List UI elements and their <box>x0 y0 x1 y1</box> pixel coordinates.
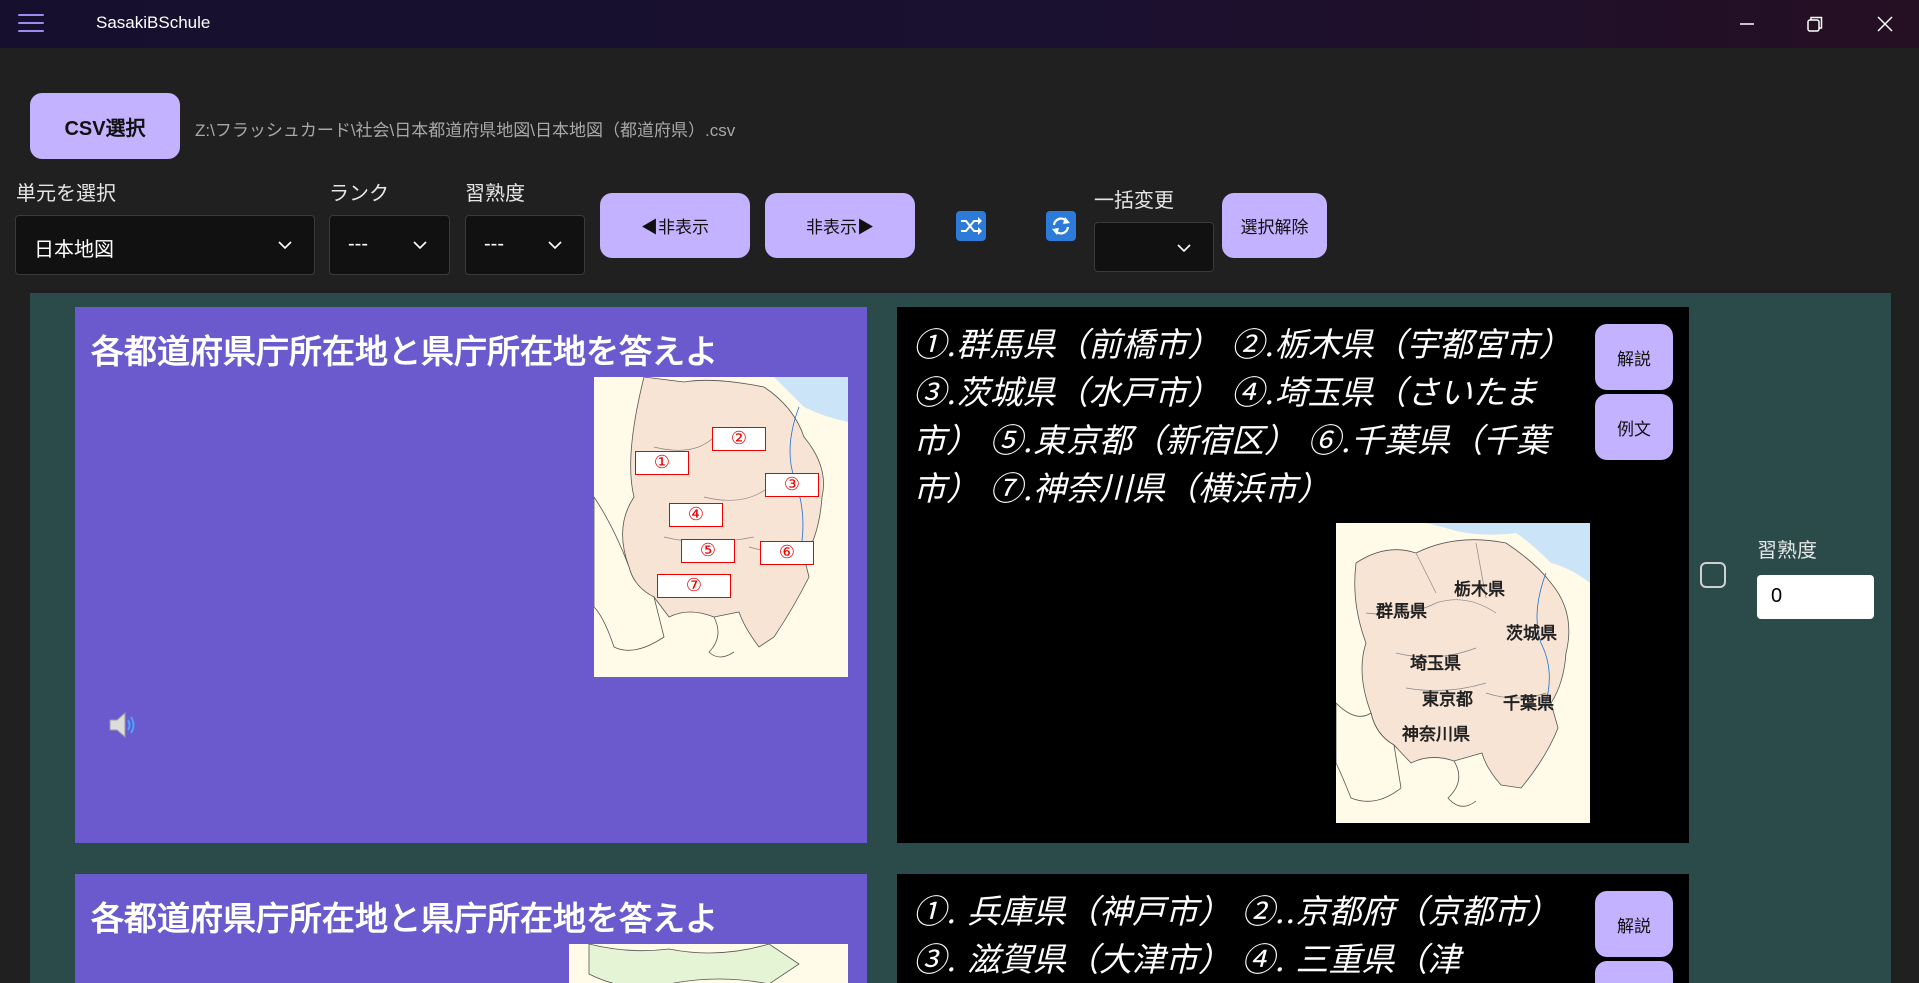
restore-icon <box>1807 16 1823 32</box>
chevron-down-icon <box>278 241 292 250</box>
hide-left-button[interactable]: ◀非表示 <box>600 193 750 258</box>
map-label-gunma: 群馬県 <box>1376 602 1427 622</box>
bulk-change-dropdown[interactable] <box>1094 222 1214 272</box>
question-text: 各都道府県庁所在地と県庁所在地を答えよ <box>91 332 718 371</box>
map-marker-7: ⑦ <box>657 574 731 598</box>
rank-dropdown-value: --- <box>348 233 368 255</box>
repeat-button[interactable] <box>1046 211 1076 241</box>
map-label-tochigi: 栃木県 <box>1454 580 1505 600</box>
question-card[interactable]: 各都道府県庁所在地と県庁所在地を答えよ ① ② ③ ④ ⑤ ⑥ ⑦ <box>75 307 867 843</box>
question-card[interactable]: 各都道府県庁所在地と県庁所在地を答えよ <box>75 874 867 983</box>
minimize-icon <box>1740 23 1754 25</box>
mastery-filter-dropdown[interactable]: --- <box>465 215 585 275</box>
close-icon <box>1877 16 1893 32</box>
answer-text: ①.群馬県（前橋市） ②.栃木県（宇都宮市） ③.茨城県（水戸市） ④.埼玉県（… <box>913 325 1572 508</box>
question-text: 各都道府県庁所在地と県庁所在地を答えよ <box>91 899 718 938</box>
shuffle-icon <box>961 217 982 235</box>
map-marker-2: ② <box>712 427 766 451</box>
unit-label: 単元を選択 <box>16 183 116 205</box>
map-label-saitama: 埼玉県 <box>1410 654 1461 674</box>
answer-card[interactable]: ①. 兵庫県（神戸市） ②..京都府（京都市） ③. 滋賀県（大津市） ④. 三… <box>897 874 1689 983</box>
hamburger-menu-icon[interactable] <box>18 14 44 34</box>
question-map-image <box>569 944 848 983</box>
question-map-image: ① ② ③ ④ ⑤ ⑥ ⑦ <box>594 377 848 677</box>
bulk-change-label: 一括変更 <box>1094 190 1174 212</box>
card-mastery-label: 習熟度 <box>1757 540 1817 562</box>
unit-dropdown[interactable]: 日本地図 <box>15 215 315 275</box>
explain-button[interactable]: 解説 <box>1595 891 1673 957</box>
title-bar: SasakiBSchule <box>0 0 1919 48</box>
deselect-button[interactable]: 選択解除 <box>1222 193 1327 258</box>
explain-button[interactable]: 解説 <box>1595 324 1673 390</box>
answer-map-image: 栃木県 群馬県 茨城県 埼玉県 東京都 千葉県 神奈川県 <box>1336 523 1590 823</box>
csv-select-button[interactable]: CSV選択 <box>30 93 180 159</box>
map-label-kanagawa: 神奈川県 <box>1402 725 1470 745</box>
mastery-filter-label: 習熟度 <box>465 183 525 205</box>
rank-dropdown[interactable]: --- <box>329 215 450 275</box>
close-button[interactable] <box>1851 0 1919 48</box>
example-button[interactable] <box>1595 961 1673 983</box>
rank-label: ランク <box>329 183 389 205</box>
chevron-down-icon <box>1177 244 1191 253</box>
map-marker-5: ⑤ <box>681 539 735 563</box>
file-path: Z:\フラッシュカード\社会\日本都道府県地図\日本地図（都道府県）.csv <box>195 121 736 140</box>
mastery-filter-value: --- <box>484 233 504 255</box>
repeat-icon <box>1052 217 1070 235</box>
speaker-icon[interactable] <box>107 711 139 743</box>
map-label-chiba: 千葉県 <box>1503 694 1554 714</box>
chevron-down-icon <box>413 241 427 250</box>
map-marker-1: ① <box>635 451 689 475</box>
minimize-button[interactable] <box>1713 0 1781 48</box>
card-mastery-input[interactable]: 0 <box>1757 575 1874 619</box>
shuffle-button[interactable] <box>956 211 986 241</box>
app-title: SasakiBSchule <box>96 13 211 32</box>
answer-card[interactable]: ①.群馬県（前橋市） ②.栃木県（宇都宮市） ③.茨城県（水戸市） ④.埼玉県（… <box>897 307 1689 843</box>
hide-right-button[interactable]: 非表示▶ <box>765 193 915 258</box>
map-label-tokyo: 東京都 <box>1422 690 1473 710</box>
restore-button[interactable] <box>1781 0 1849 48</box>
map-label-ibaraki: 茨城県 <box>1506 624 1557 644</box>
example-button[interactable]: 例文 <box>1595 394 1673 460</box>
chevron-down-icon <box>548 241 562 250</box>
map-marker-6: ⑥ <box>760 541 814 565</box>
card-list-panel: 各都道府県庁所在地と県庁所在地を答えよ ① ② ③ ④ ⑤ ⑥ ⑦ ①.群馬県（… <box>30 293 1891 983</box>
map-marker-4: ④ <box>669 503 723 527</box>
answer-text: ①. 兵庫県（神戸市） ②..京都府（京都市） ③. 滋賀県（大津市） ④. 三… <box>913 892 1560 979</box>
card-select-checkbox[interactable] <box>1700 562 1726 588</box>
map-marker-3: ③ <box>765 473 819 497</box>
unit-dropdown-value: 日本地図 <box>34 239 114 261</box>
